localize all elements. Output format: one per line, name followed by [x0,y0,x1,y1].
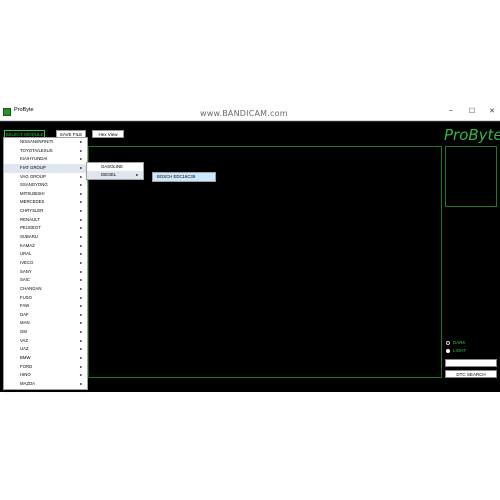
menu-item-peugeot[interactable]: PEUGEOT ► [4,224,87,233]
menu-item-mazda[interactable]: MAZDA ► [4,380,87,389]
menu-item-bmw[interactable]: BMW ► [4,354,87,363]
menu-item-ssangyong[interactable]: SSANGYONG ► [4,181,87,190]
menu-item-chrysler[interactable]: CHRYSLER ► [4,207,87,216]
module-menu: NISSAN/INFINITI ► TOYOTA/LEXUS ► KIA/HYUNDAI… [3,137,88,390]
menu-item-vag-group[interactable]: VAG GROUP ► [4,173,87,182]
close-button[interactable]: ✕ [487,107,497,115]
menu-item-nissan-infiniti[interactable]: NISSAN/INFINITI ► [4,138,87,147]
menu-item-toyota-lexus[interactable]: TOYOTA/LEXUS ► [4,147,87,156]
menu-item-kia-hyundai[interactable]: KIA/HYUNDAI ► [4,155,87,164]
chevron-right-icon: ► [79,157,83,162]
chevron-right-icon: ► [79,226,83,231]
chevron-right-icon: ► [79,304,83,309]
chevron-right-icon: ► [79,148,83,153]
chevron-right-icon: ► [79,217,83,222]
menu-item-ural[interactable]: URAL ► [4,250,87,259]
menu-item-subaru[interactable]: SUBARU ► [4,233,87,242]
radio-dark-icon[interactable] [446,340,450,345]
menu-item-saic[interactable]: SAIC ► [4,276,87,285]
menu-item-gasoline[interactable]: GASOLINE [87,163,143,171]
menu-item-renault[interactable]: RENAULT ► [4,216,87,225]
menu-item-kamaz[interactable]: KAMAZ ► [4,242,87,251]
watermark: www.BANDICAM.com [200,109,288,118]
menu-item-sany[interactable]: SANY ► [4,268,87,277]
chevron-right-icon: ► [135,173,139,177]
radio-light-icon[interactable] [446,348,450,353]
chevron-right-icon: ► [79,243,83,248]
fiat-submenu: GASOLINE DIESEL ► [86,162,144,180]
chevron-right-icon: ► [79,235,83,240]
chevron-right-icon: ► [79,174,83,179]
side-panel [445,146,497,207]
chevron-right-icon: ► [79,286,83,291]
menu-item-fuso[interactable]: FUSO ► [4,294,87,303]
minimize-button[interactable]: – [446,107,456,114]
chevron-right-icon: ► [79,330,83,335]
menu-item-mitsubishi[interactable]: MITSUBISHI ► [4,190,87,199]
brand-logo: ProByte [444,126,500,144]
dtc-search-input[interactable] [445,359,497,367]
chevron-right-icon: ► [79,295,83,300]
main-panel [88,146,442,378]
chevron-right-icon: ► [79,269,83,274]
menu-item-iveco[interactable]: IVECO ► [4,259,87,268]
menu-item-fiat-group[interactable]: FIAT GROUP ► [4,163,87,173]
chevron-right-icon: ► [79,356,83,361]
chevron-right-icon: ► [79,260,83,265]
menu-item-hino[interactable]: HINO ► [4,371,87,380]
chevron-right-icon: ► [79,140,83,144]
chevron-right-icon: ► [79,321,83,326]
menu-item-daf[interactable]: DAF ► [4,311,87,320]
chevron-right-icon: ► [79,381,83,386]
menu-item-bosch-edc16c39[interactable]: BOSCH EDC16C39 [153,173,215,181]
hex-view-button[interactable]: Hex View [92,130,124,138]
chevron-right-icon: ► [79,191,83,196]
chevron-right-icon: ► [79,312,83,317]
chevron-right-icon: ► [79,373,83,378]
chevron-right-icon: ► [79,278,83,283]
theme-light-option[interactable]: LIGHT [446,348,466,354]
menu-item-uaz[interactable]: UAZ ► [4,345,87,354]
app-icon [3,108,11,116]
menu-item-vaz[interactable]: VAZ ► [4,337,87,346]
menu-item-changan[interactable]: CHANGAN ► [4,285,87,294]
chevron-right-icon: ► [79,252,83,257]
chevron-right-icon: ► [79,347,83,352]
theme-dark-option[interactable]: DARK [446,340,466,346]
dtc-search-button[interactable]: DTC SEARCH [445,370,497,378]
chevron-right-icon: ► [79,165,83,170]
maximize-button[interactable]: ☐ [467,107,477,115]
chevron-right-icon: ► [79,200,83,205]
chevron-right-icon: ► [79,364,83,369]
menu-item-faw[interactable]: FAW ► [4,302,87,311]
menu-item-diesel[interactable]: DIESEL ► [87,171,143,179]
theme-dark-label: DARK [453,340,466,345]
theme-light-label: LIGHT [453,348,467,353]
window-title: ProByte [14,107,34,113]
chevron-right-icon: ► [79,209,83,214]
menu-item-ford[interactable]: FORD ► [4,363,87,372]
chevron-right-icon: ► [79,183,83,188]
menu-item-mercedes[interactable]: MERCEDES ► [4,198,87,207]
menu-item-man[interactable]: MAN ► [4,319,87,328]
menu-item-gm[interactable]: GM ► [4,328,87,337]
chevron-right-icon: ► [79,338,83,343]
diesel-submenu: BOSCH EDC16C39 [152,172,216,182]
